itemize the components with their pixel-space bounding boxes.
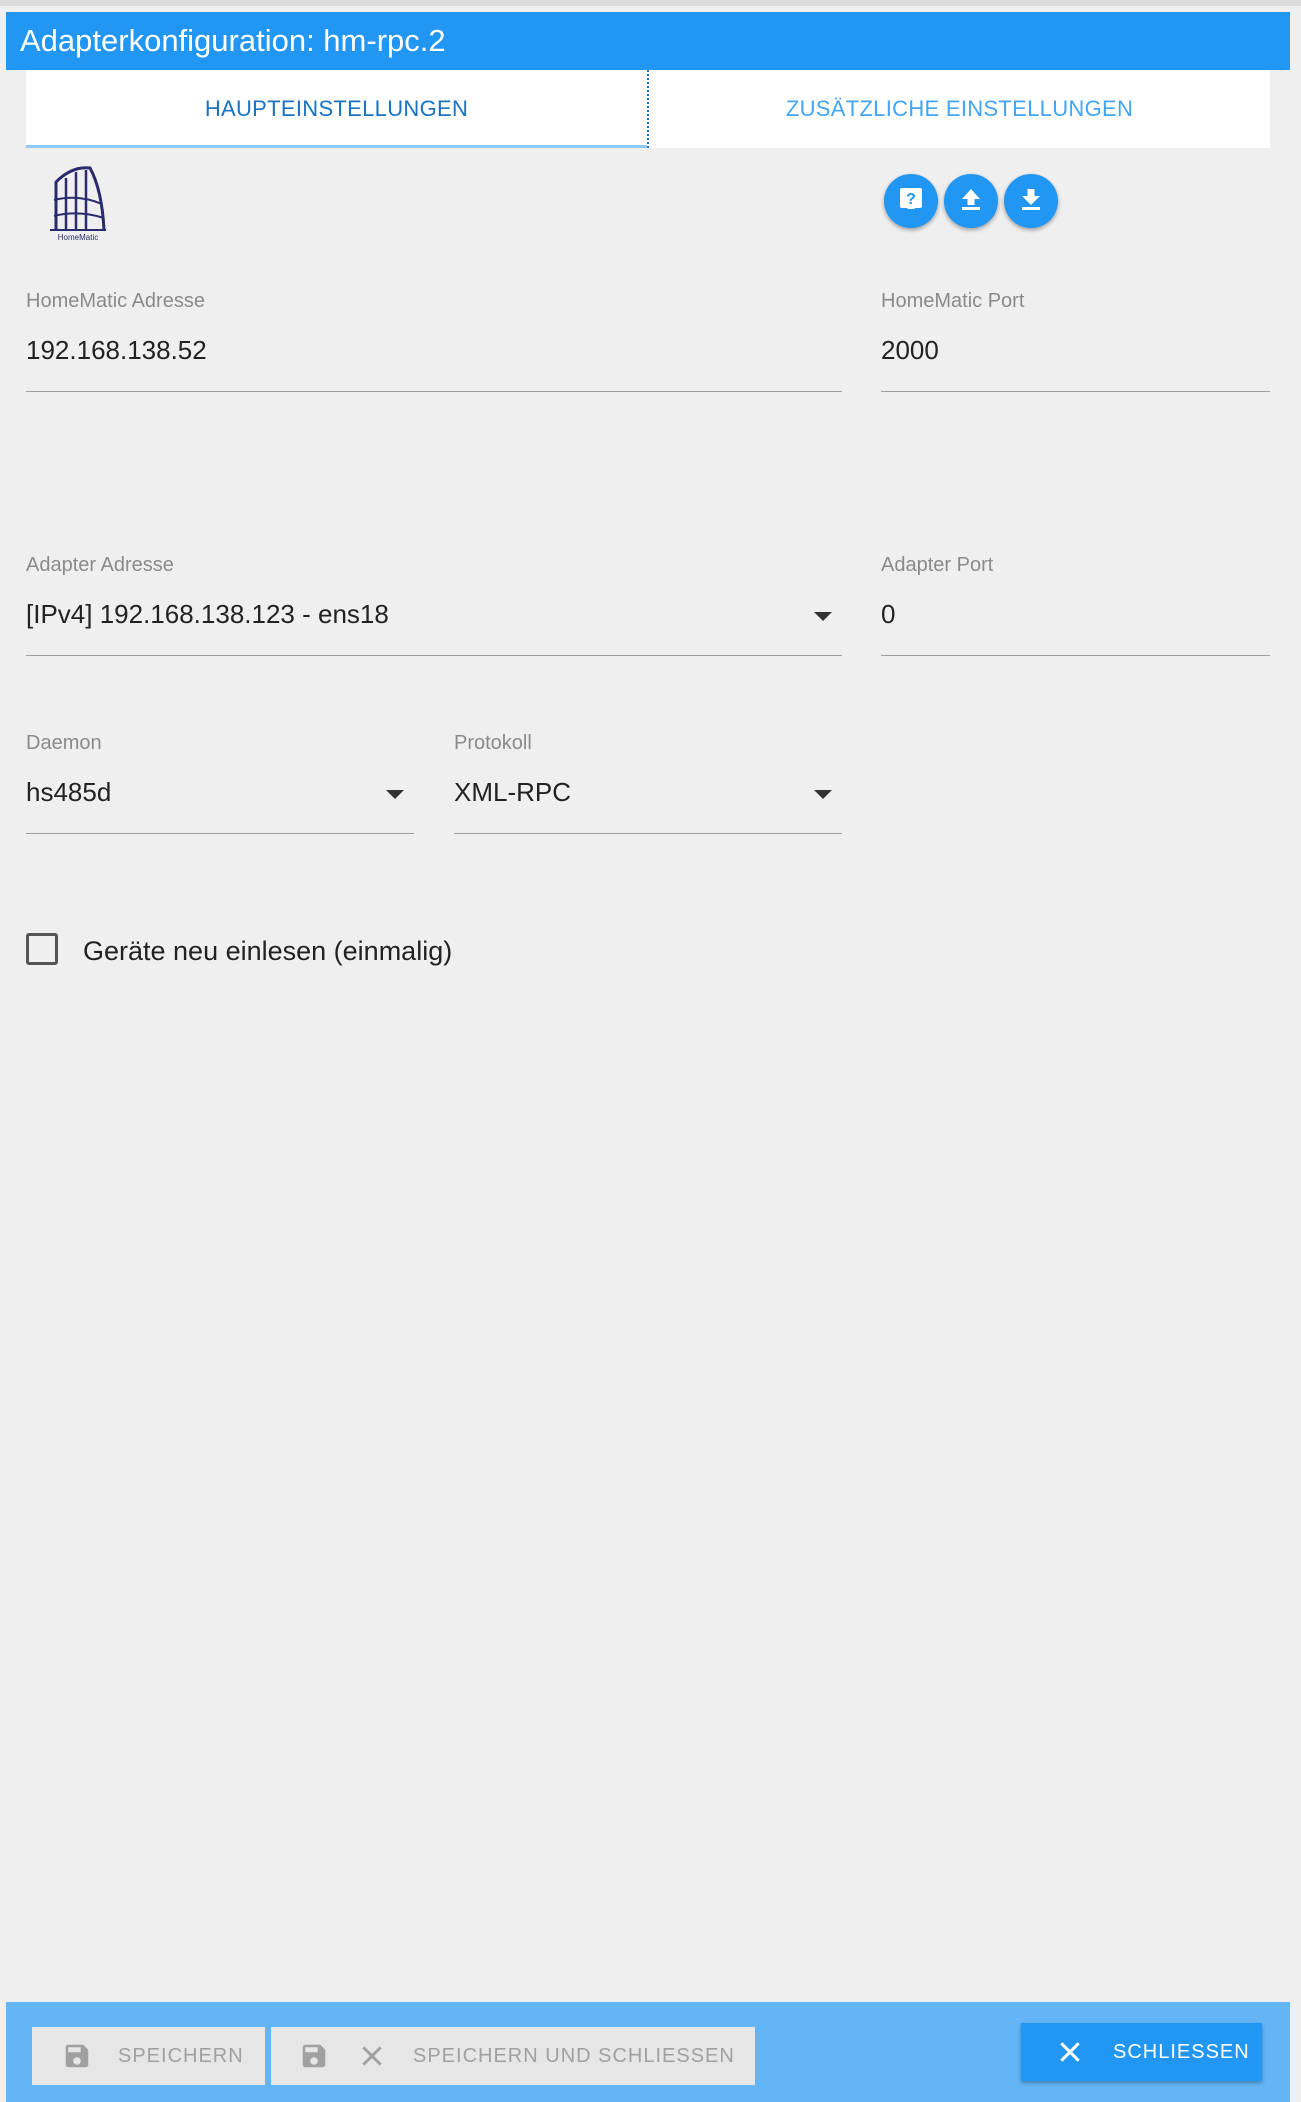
adapter-port-input[interactable]: 0 (881, 599, 1270, 630)
homematic-port-field[interactable]: HomeMatic Port 2000 (881, 290, 1270, 392)
chevron-down-icon[interactable] (814, 612, 832, 621)
daemon-underline (26, 833, 414, 834)
help-button[interactable]: ? (884, 174, 938, 228)
chevron-down-icon[interactable] (386, 790, 404, 799)
close-button[interactable]: SCHLIESSEN (1021, 2023, 1262, 2081)
protocol-select[interactable]: Protokoll XML-RPC (454, 732, 842, 834)
homematic-port-label: HomeMatic Port (881, 290, 1025, 312)
protocol-underline (454, 833, 842, 834)
protocol-value[interactable]: XML-RPC (454, 777, 842, 808)
save-and-close-button[interactable]: SPEICHERN UND SCHLIESSEN (271, 2027, 755, 2085)
close-button-label: SCHLIESSEN (1113, 2040, 1250, 2063)
reread-devices-checkbox[interactable] (26, 933, 58, 965)
homematic-logo-text: HomeMatic (58, 233, 98, 242)
close-icon (1057, 2039, 1083, 2065)
svg-text:?: ? (906, 191, 916, 208)
adapter-address-select[interactable]: Adapter Adresse [IPv4] 192.168.138.123 -… (26, 554, 842, 656)
adapter-port-field[interactable]: Adapter Port 0 (881, 554, 1270, 656)
reread-devices-label[interactable]: Geräte neu einlesen (einmalig) (83, 936, 452, 967)
protocol-label: Protokoll (454, 732, 532, 754)
daemon-value[interactable]: hs485d (26, 777, 414, 808)
homematic-port-underline (881, 391, 1270, 392)
homematic-address-input[interactable]: 192.168.138.52 (26, 335, 842, 366)
homematic-port-input[interactable]: 2000 (881, 335, 1270, 366)
save-icon (62, 2041, 92, 2071)
homematic-address-field[interactable]: HomeMatic Adresse 192.168.138.52 (26, 290, 842, 392)
chevron-down-icon[interactable] (814, 790, 832, 799)
save-button[interactable]: SPEICHERN (32, 2027, 265, 2085)
footer-bar: SPEICHERN SPEICHERN UND SCHLIESSEN SCHLI… (6, 2002, 1290, 2102)
daemon-select[interactable]: Daemon hs485d (26, 732, 414, 834)
adapter-address-value[interactable]: [IPv4] 192.168.138.123 - ens18 (26, 599, 842, 630)
window-title: Adapterkonfiguration: hm-rpc.2 (6, 12, 1290, 70)
adapter-port-underline (881, 655, 1270, 656)
upload-button[interactable] (944, 174, 998, 228)
save-and-close-label: SPEICHERN UND SCHLIESSEN (413, 2044, 735, 2067)
save-icon (299, 2041, 329, 2071)
homematic-logo: HomeMatic (46, 160, 110, 244)
config-action-buttons: ? (884, 174, 1058, 228)
daemon-label: Daemon (26, 732, 102, 754)
top-strip (0, 0, 1301, 6)
tab-haupteinstellungen[interactable]: HAUPTEINSTELLUNGEN (26, 70, 647, 148)
homematic-address-label: HomeMatic Adresse (26, 290, 205, 312)
adapter-port-label: Adapter Port (881, 554, 994, 576)
tab-bar: HAUPTEINSTELLUNGEN ZUSÄTZLICHE EINSTELLU… (26, 70, 1270, 148)
help-icon: ? (898, 186, 924, 217)
upload-icon (958, 186, 984, 217)
download-icon (1018, 186, 1044, 217)
adapter-address-underline (26, 655, 842, 656)
adapter-address-label: Adapter Adresse (26, 554, 174, 576)
save-button-label: SPEICHERN (118, 2044, 244, 2067)
homematic-address-underline (26, 391, 842, 392)
close-icon (359, 2043, 385, 2069)
download-button[interactable] (1004, 174, 1058, 228)
tab-zusaetzliche-einstellungen[interactable]: ZUSÄTZLICHE EINSTELLUNGEN (647, 70, 1270, 148)
